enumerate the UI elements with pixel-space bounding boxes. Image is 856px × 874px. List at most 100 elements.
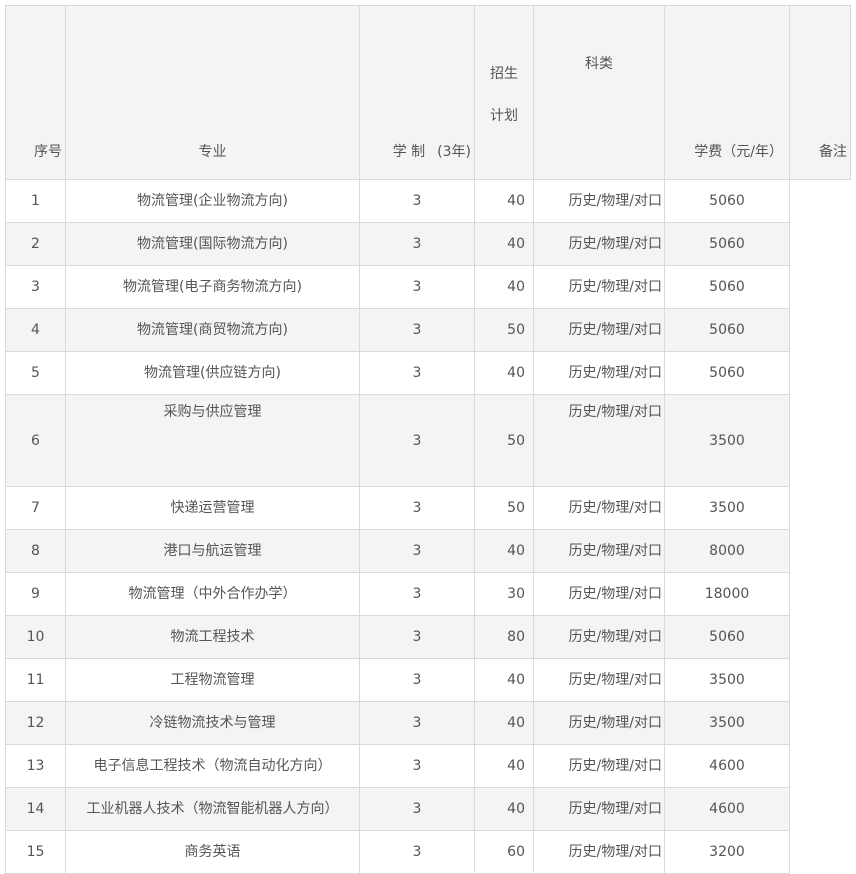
header-seq: 序号 [5, 5, 66, 180]
cell-seq: 10 [5, 615, 66, 659]
table-row: 15 商务英语 3 60 历史/物理/对口 3200 [5, 830, 851, 874]
cell-remark [789, 179, 851, 874]
cell-fee: 5060 [664, 615, 790, 659]
cell-years: 3 [359, 265, 475, 309]
cell-major: 物流管理(电子商务物流方向) [65, 265, 360, 309]
cell-seq: 9 [5, 572, 66, 616]
cell-major: 工程物流管理 [65, 658, 360, 702]
header-enroll: 招生 计划 [474, 5, 534, 180]
cell-seq: 13 [5, 744, 66, 788]
table-row: 3 物流管理(电子商务物流方向) 3 40 历史/物理/对口 5060 [5, 265, 851, 309]
table-header-row: 序号 专业 学 制 (3年) 招生 计划 科类 学费（元/年） 备注 [5, 5, 851, 180]
cell-years: 3 [359, 701, 475, 745]
cell-major: 物流管理（中外合作办学） [65, 572, 360, 616]
cell-major: 物流管理(供应链方向) [65, 351, 360, 395]
table-row: 7 快递运营管理 3 50 历史/物理/对口 3500 [5, 486, 851, 530]
table-row: 12 冷链物流技术与管理 3 40 历史/物理/对口 3500 [5, 701, 851, 745]
header-duration-years: (3年) [437, 144, 471, 160]
cell-seq: 4 [5, 308, 66, 352]
cell-plan: 40 [474, 744, 534, 788]
cell-fee: 5060 [664, 265, 790, 309]
cell-years: 3 [359, 179, 475, 223]
cell-plan: 50 [474, 394, 534, 487]
cell-major: 物流管理(商贸物流方向) [65, 308, 360, 352]
cell-subject: 历史/物理/对口 [533, 615, 665, 659]
header-enroll-bottom: 计划 [490, 108, 518, 124]
cell-years: 3 [359, 222, 475, 266]
cell-seq: 11 [5, 658, 66, 702]
cell-years: 3 [359, 572, 475, 616]
cell-plan: 30 [474, 572, 534, 616]
cell-years: 3 [359, 394, 475, 487]
cell-fee: 4600 [664, 787, 790, 831]
cell-fee: 3500 [664, 486, 790, 530]
cell-seq: 14 [5, 787, 66, 831]
cell-major: 港口与航运管理 [65, 529, 360, 573]
header-major: 专业 [65, 5, 360, 180]
cell-subject: 历史/物理/对口 [533, 265, 665, 309]
cell-years: 3 [359, 658, 475, 702]
cell-major: 快递运营管理 [65, 486, 360, 530]
cell-fee: 3500 [664, 658, 790, 702]
header-subject: 科类 [533, 5, 665, 180]
cell-subject: 历史/物理/对口 [533, 308, 665, 352]
cell-plan: 60 [474, 830, 534, 874]
cell-major: 采购与供应管理 [65, 394, 360, 487]
page: 序号 专业 学 制 (3年) 招生 计划 科类 学费（元/年） 备注 1 物流管理(企… [0, 0, 856, 874]
cell-subject: 历史/物理/对口 [533, 222, 665, 266]
table-row: 14 工业机器人技术（物流智能机器人方向） 3 40 历史/物理/对口 4600 [5, 787, 851, 831]
cell-plan: 40 [474, 787, 534, 831]
cell-major: 物流管理(企业物流方向) [65, 179, 360, 223]
enrollment-table: 序号 专业 学 制 (3年) 招生 计划 科类 学费（元/年） 备注 1 物流管理(企… [5, 5, 851, 874]
table-body: 序号 专业 学 制 (3年) 招生 计划 科类 学费（元/年） 备注 1 物流管理(企… [5, 5, 851, 874]
cell-fee: 4600 [664, 744, 790, 788]
cell-plan: 50 [474, 308, 534, 352]
cell-fee: 18000 [664, 572, 790, 616]
cell-seq: 15 [5, 830, 66, 874]
cell-subject: 历史/物理/对口 [533, 787, 665, 831]
cell-subject: 历史/物理/对口 [533, 744, 665, 788]
cell-years: 3 [359, 744, 475, 788]
table-row: 9 物流管理（中外合作办学） 3 30 历史/物理/对口 18000 [5, 572, 851, 616]
cell-major: 商务英语 [65, 830, 360, 874]
table-row: 4 物流管理(商贸物流方向) 3 50 历史/物理/对口 5060 [5, 308, 851, 352]
cell-plan: 40 [474, 529, 534, 573]
header-duration-label: 学 制 [392, 144, 426, 160]
cell-major: 工业机器人技术（物流智能机器人方向） [65, 787, 360, 831]
cell-subject: 历史/物理/对口 [533, 179, 665, 223]
header-duration: 学 制 (3年) [359, 5, 475, 180]
cell-subject: 历史/物理/对口 [533, 658, 665, 702]
cell-fee: 5060 [664, 351, 790, 395]
cell-years: 3 [359, 615, 475, 659]
cell-seq: 1 [5, 179, 66, 223]
cell-subject: 历史/物理/对口 [533, 830, 665, 874]
header-fee: 学费（元/年） [664, 5, 790, 180]
cell-plan: 80 [474, 615, 534, 659]
header-enroll-top: 招生 [490, 66, 518, 82]
table-row: 13 电子信息工程技术（物流自动化方向） 3 40 历史/物理/对口 4600 [5, 744, 851, 788]
cell-seq: 7 [5, 486, 66, 530]
cell-major: 物流管理(国际物流方向) [65, 222, 360, 266]
cell-seq: 5 [5, 351, 66, 395]
cell-plan: 50 [474, 486, 534, 530]
cell-years: 3 [359, 830, 475, 874]
cell-major: 电子信息工程技术（物流自动化方向） [65, 744, 360, 788]
cell-fee: 3200 [664, 830, 790, 874]
cell-seq: 6 [5, 394, 66, 487]
cell-seq: 8 [5, 529, 66, 573]
cell-subject: 历史/物理/对口 [533, 394, 665, 487]
cell-fee: 5060 [664, 308, 790, 352]
table-row: 1 物流管理(企业物流方向) 3 40 历史/物理/对口 5060 [5, 179, 851, 874]
cell-subject: 历史/物理/对口 [533, 529, 665, 573]
cell-seq: 3 [5, 265, 66, 309]
cell-plan: 40 [474, 701, 534, 745]
cell-years: 3 [359, 351, 475, 395]
cell-fee: 3500 [664, 701, 790, 745]
cell-fee: 8000 [664, 529, 790, 573]
cell-plan: 40 [474, 351, 534, 395]
cell-years: 3 [359, 486, 475, 530]
cell-plan: 40 [474, 179, 534, 223]
cell-seq: 12 [5, 701, 66, 745]
table-row: 6 采购与供应管理 3 50 历史/物理/对口 3500 [5, 394, 851, 487]
cell-seq: 2 [5, 222, 66, 266]
